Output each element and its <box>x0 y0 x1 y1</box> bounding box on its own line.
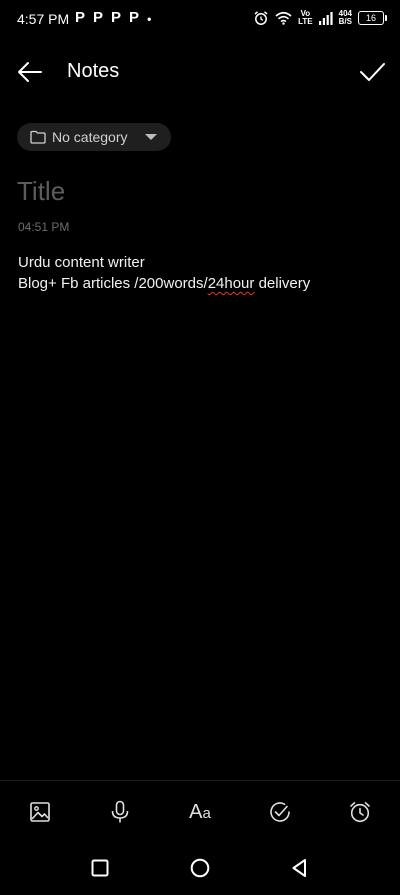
title-input[interactable] <box>17 173 377 209</box>
image-icon <box>30 802 50 822</box>
arrow-left-icon <box>18 62 42 82</box>
app-header: Notes <box>0 50 400 94</box>
category-dropdown[interactable]: No category <box>17 123 172 151</box>
home-circle-icon <box>190 858 210 878</box>
note-body-line: Blog+ Fb articles /200words/24hour deliv… <box>18 275 311 292</box>
back-button[interactable] <box>14 56 46 88</box>
status-time: 4:57 PM <box>17 11 70 27</box>
system-navigation-bar <box>0 848 400 888</box>
checkmark-icon <box>360 63 385 81</box>
save-button[interactable] <box>356 56 388 88</box>
notification-icons: P P P P • <box>75 9 151 29</box>
volte-icon: Vo LTE <box>298 9 313 26</box>
status-icons: Vo LTE 404 B/S 16 <box>253 9 387 26</box>
editor-toolbar: Aa <box>0 790 400 834</box>
battery-icon: 16 <box>358 11 387 25</box>
signal-icon <box>318 11 333 25</box>
network-speed: 404 B/S <box>338 9 352 26</box>
alarm-icon <box>253 10 269 26</box>
notification-p-icon: P <box>111 9 122 26</box>
page-title: Notes <box>67 60 120 82</box>
voice-input-button[interactable] <box>106 798 134 826</box>
reminder-button[interactable] <box>346 798 374 826</box>
microphone-icon <box>111 800 129 823</box>
wifi-icon <box>275 11 292 25</box>
note-timestamp: 04:51 PM <box>18 220 70 234</box>
misspelled-word: 24hour <box>207 275 255 292</box>
notification-p-icon: P <box>93 9 104 26</box>
alarm-clock-icon <box>350 802 370 823</box>
back-nav-button[interactable] <box>288 856 312 880</box>
chevron-down-icon <box>145 134 158 140</box>
recents-square-icon <box>91 859 109 877</box>
insert-image-button[interactable] <box>26 798 54 826</box>
text-format-icon: Aa <box>189 800 211 823</box>
home-button[interactable] <box>188 856 212 880</box>
status-bar: 4:57 PM P P P P • Vo LTE 404 B/S 16 <box>0 0 400 40</box>
notification-p-icon: P <box>129 9 140 26</box>
category-label: No category <box>52 129 128 145</box>
checklist-button[interactable] <box>266 798 294 826</box>
toolbar-divider <box>0 780 400 781</box>
notification-dot: • <box>147 12 152 26</box>
back-triangle-icon <box>292 859 306 877</box>
note-body-editor[interactable]: Urdu content writer Blog+ Fb articles /2… <box>18 252 383 294</box>
note-body-line: Urdu content writer <box>18 254 145 271</box>
checklist-icon <box>270 802 290 822</box>
notification-p-icon: P <box>75 9 86 26</box>
recents-button[interactable] <box>88 856 112 880</box>
text-format-button[interactable]: Aa <box>186 798 214 826</box>
folder-icon <box>30 130 46 144</box>
